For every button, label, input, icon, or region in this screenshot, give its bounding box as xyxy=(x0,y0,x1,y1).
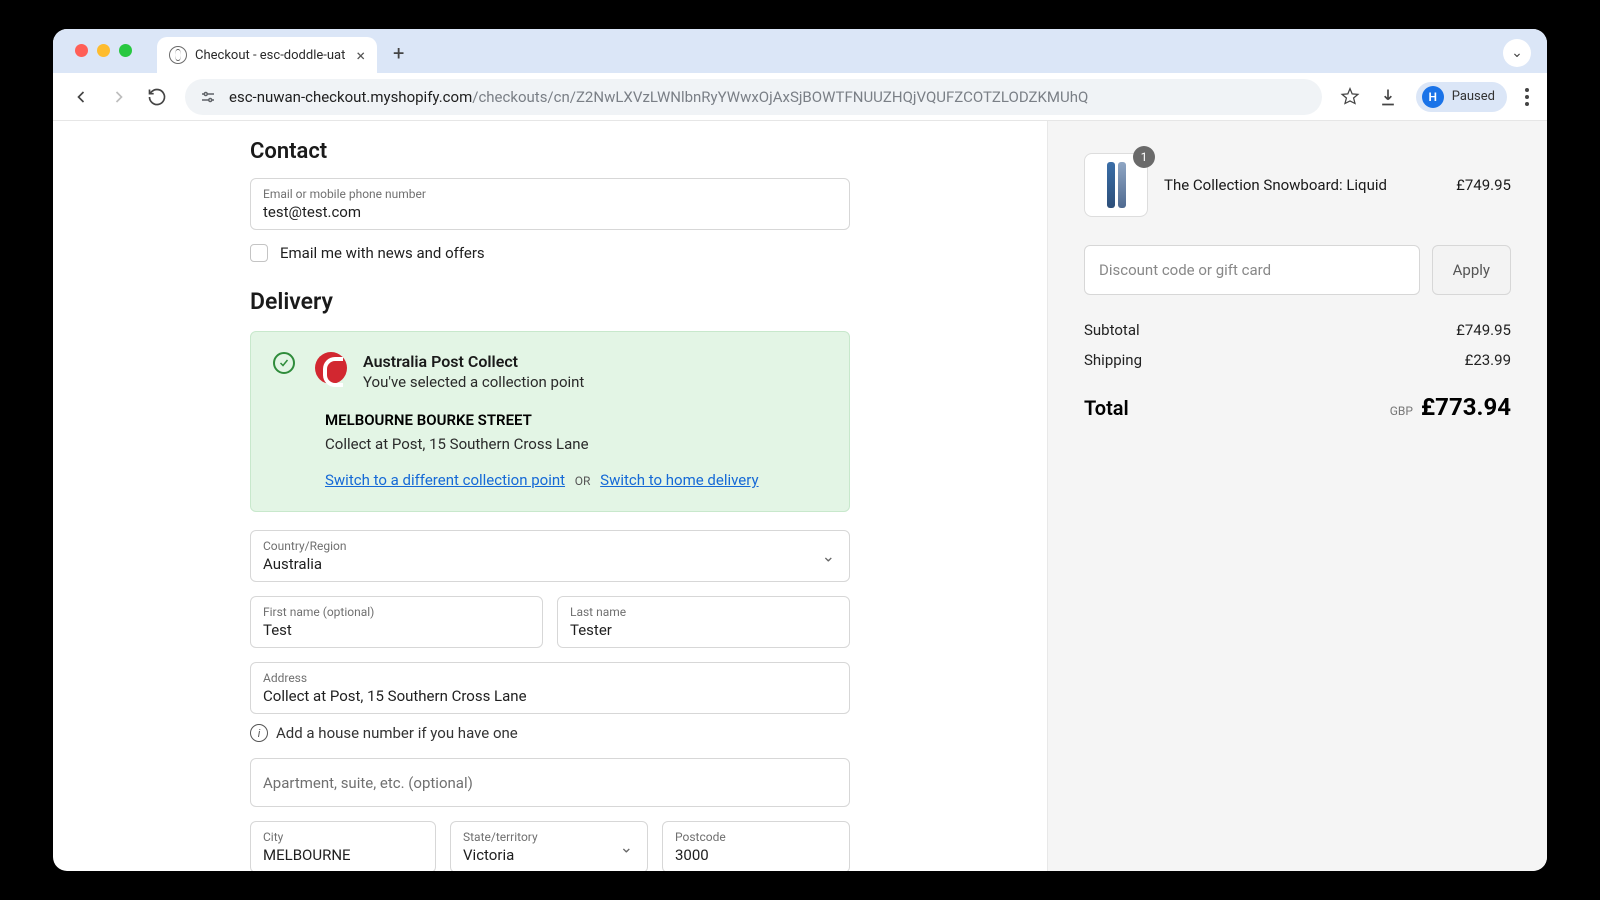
email-field[interactable]: Email or mobile phone number test@test.c… xyxy=(250,178,850,230)
address-hint: i Add a house number if you have one xyxy=(250,724,850,742)
bookmark-icon[interactable] xyxy=(1340,87,1360,107)
city-label: City xyxy=(263,830,423,844)
summary-totals: Subtotal £749.95 Shipping £23.99 Total G… xyxy=(1084,321,1511,421)
collect-location-name: MELBOURNE BOURKE STREET xyxy=(325,411,827,429)
postcode-label: Postcode xyxy=(675,830,837,844)
menu-icon[interactable] xyxy=(1525,88,1529,106)
product-name: The Collection Snowboard: Liquid xyxy=(1164,176,1440,194)
tab-overflow-button[interactable]: ⌄ xyxy=(1503,39,1531,67)
collect-selected-msg: You've selected a collection point xyxy=(363,373,584,391)
last-name-value: Tester xyxy=(570,621,837,639)
state-value: Victoria xyxy=(463,846,635,864)
chevron-down-icon: ⌄ xyxy=(822,547,835,566)
qty-badge: 1 xyxy=(1133,146,1155,168)
subtotal-value: £749.95 xyxy=(1456,321,1511,339)
profile-status: Paused xyxy=(1452,89,1495,104)
address-label: Address xyxy=(263,671,837,685)
apartment-input[interactable] xyxy=(263,774,837,792)
checkbox-icon xyxy=(250,244,268,262)
address-hint-text: Add a house number if you have one xyxy=(276,724,518,742)
country-select[interactable]: Country/Region Australia ⌄ xyxy=(250,530,850,582)
shipping-value: £23.99 xyxy=(1465,351,1511,369)
contact-heading: Contact xyxy=(250,139,850,164)
close-tab-icon[interactable]: × xyxy=(356,46,365,65)
cart-line-item: 1 The Collection Snowboard: Liquid £749.… xyxy=(1084,153,1511,217)
nav-buttons xyxy=(71,87,167,107)
postcode-field[interactable]: Postcode 3000 xyxy=(662,821,850,871)
forward-icon[interactable] xyxy=(109,87,129,107)
country-value: Australia xyxy=(263,555,837,573)
switch-collection-link[interactable]: Switch to a different collection point xyxy=(325,471,565,489)
browser-tab[interactable]: Checkout - esc-doddle-uat × xyxy=(157,37,377,73)
close-window-button[interactable] xyxy=(75,44,88,57)
last-name-label: Last name xyxy=(570,605,837,619)
tab-strip: Checkout - esc-doddle-uat × + ⌄ xyxy=(53,29,1547,73)
delivery-heading: Delivery xyxy=(250,288,850,315)
last-name-field[interactable]: Last name Tester xyxy=(557,596,850,648)
profile-chip[interactable]: H Paused xyxy=(1416,82,1507,112)
email-value: test@test.com xyxy=(263,203,837,221)
new-tab-button[interactable]: + xyxy=(393,41,404,65)
chevron-down-icon: ⌄ xyxy=(620,838,633,857)
tab-title: Checkout - esc-doddle-uat xyxy=(195,48,345,63)
city-field[interactable]: City MELBOURNE xyxy=(250,821,436,871)
collection-point-card: Australia Post Collect You've selected a… xyxy=(250,331,850,512)
checkout-main: Contact Email or mobile phone number tes… xyxy=(53,121,1047,871)
check-circle-icon xyxy=(273,352,295,374)
newsletter-checkbox[interactable]: Email me with news and offers xyxy=(250,244,850,262)
country-label: Country/Region xyxy=(263,539,837,553)
postcode-value: 3000 xyxy=(675,846,837,864)
order-summary: 1 The Collection Snowboard: Liquid £749.… xyxy=(1047,121,1547,871)
url-text: esc-nuwan-checkout.myshopify.com/checkou… xyxy=(229,88,1088,106)
minimize-window-button[interactable] xyxy=(97,44,110,57)
newsletter-label: Email me with news and offers xyxy=(280,244,485,262)
browser-window: Checkout - esc-doddle-uat × + ⌄ esc-nuwa… xyxy=(53,29,1547,871)
subtotal-label: Subtotal xyxy=(1084,321,1140,339)
window-controls xyxy=(75,44,132,57)
address-field[interactable]: Address Collect at Post, 15 Southern Cro… xyxy=(250,662,850,714)
address-bar[interactable]: esc-nuwan-checkout.myshopify.com/checkou… xyxy=(185,79,1322,115)
browser-toolbar: esc-nuwan-checkout.myshopify.com/checkou… xyxy=(53,73,1547,121)
total-value: £773.94 xyxy=(1421,393,1511,421)
back-icon[interactable] xyxy=(71,87,91,107)
shipping-label: Shipping xyxy=(1084,351,1142,369)
switch-home-link[interactable]: Switch to home delivery xyxy=(600,471,758,489)
total-currency: GBP xyxy=(1390,404,1413,418)
reload-icon[interactable] xyxy=(147,87,167,107)
apply-button[interactable]: Apply xyxy=(1432,245,1511,295)
info-icon: i xyxy=(250,724,268,742)
discount-input[interactable] xyxy=(1084,245,1420,295)
email-label: Email or mobile phone number xyxy=(263,187,837,201)
australia-post-logo-icon xyxy=(315,352,347,384)
state-select[interactable]: State/territory Victoria ⌄ xyxy=(450,821,648,871)
state-label: State/territory xyxy=(463,830,635,844)
first-name-field[interactable]: First name (optional) Test xyxy=(250,596,543,648)
product-thumbnail: 1 xyxy=(1084,153,1148,217)
profile-avatar: H xyxy=(1422,86,1444,108)
page: Contact Email or mobile phone number tes… xyxy=(53,121,1547,871)
discount-row: Apply xyxy=(1084,245,1511,295)
collect-location-address: Collect at Post, 15 Southern Cross Lane xyxy=(325,435,827,453)
or-label: OR xyxy=(575,474,591,488)
product-price: £749.95 xyxy=(1456,176,1511,194)
globe-icon xyxy=(169,46,187,64)
toolbar-actions: H Paused xyxy=(1340,82,1529,112)
download-icon[interactable] xyxy=(1378,87,1398,107)
fullscreen-window-button[interactable] xyxy=(119,44,132,57)
apartment-field[interactable] xyxy=(250,758,850,807)
collect-provider: Australia Post Collect xyxy=(363,352,584,371)
first-name-label: First name (optional) xyxy=(263,605,530,619)
city-value: MELBOURNE xyxy=(263,846,423,864)
site-settings-icon[interactable] xyxy=(199,89,219,105)
first-name-value: Test xyxy=(263,621,530,639)
total-label: Total xyxy=(1084,396,1129,420)
address-value: Collect at Post, 15 Southern Cross Lane xyxy=(263,687,837,705)
